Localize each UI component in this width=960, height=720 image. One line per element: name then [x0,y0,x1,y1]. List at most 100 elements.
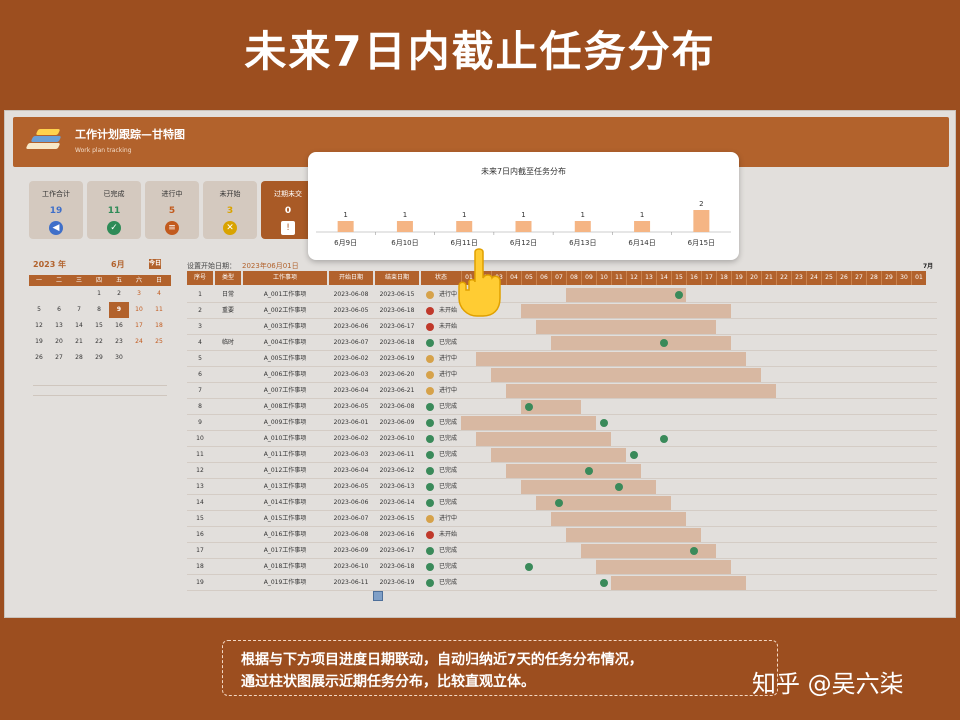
calendar-day[interactable]: 19 [29,334,49,350]
calendar-day[interactable]: 21 [69,334,89,350]
calendar-day[interactable]: 16 [109,318,129,334]
row-no: 6 [198,371,202,378]
chart-bar[interactable] [693,210,710,232]
calendar-day[interactable]: 18 [149,318,169,334]
calendar-day[interactable]: 22 [89,334,109,350]
row-task: A_011工作事项 [263,451,307,458]
calendar-day[interactable]: 5 [29,302,49,318]
calendar-day[interactable]: 13 [49,318,69,334]
calendar-day[interactable]: 30 [109,350,129,366]
calendar-day[interactable]: 14 [69,318,89,334]
table-row[interactable]: 17 A_017工作事项 2023-06-09 2023-06-17 已完成 [187,543,937,559]
calendar-day[interactable]: 11 [149,302,169,318]
table-row[interactable]: 6 A_006工作事项 2023-06-03 2023-06-20 进行中 [187,367,937,383]
done-check-icon [630,451,638,459]
table-row[interactable]: 2 重要 A_002工作事项 2023-06-05 2023-06-18 未开始 [187,303,937,319]
chart-bar[interactable] [634,221,651,232]
calendar-day[interactable]: 4 [149,286,169,302]
row-type [215,447,241,463]
row-start: 2023-06-05 [333,307,369,314]
calendar-day[interactable]: 26 [29,350,49,366]
status-dot-icon [426,531,434,539]
gantt-bar[interactable] [596,560,731,574]
kpi-card[interactable]: 过期未交 0! [261,181,315,239]
table-row[interactable]: 13 A_013工作事项 2023-06-05 2023-06-13 已完成 [187,479,937,495]
kpi-card[interactable]: 工作合计 19 ◀ [29,181,83,239]
gantt-bar[interactable] [611,576,746,590]
kpi-value: 5 [168,206,176,216]
table-row[interactable]: 18 A_018工作事项 2023-06-10 2023-06-18 已完成 [187,559,937,575]
gantt-bar[interactable] [521,480,656,494]
start-date-value[interactable]: 2023年06月01日 [242,262,299,270]
calendar-day[interactable]: 17 [129,318,149,334]
gantt-bar[interactable] [491,448,626,462]
row-end: 2023-06-15 [379,515,415,522]
gantt-bar[interactable] [536,320,716,334]
gantt-bar[interactable] [476,432,611,446]
kpi-card[interactable]: 未开始 3 ✕ [203,181,257,239]
kpi-card[interactable]: 已完成 11 ✓ [87,181,141,239]
gantt-day-header: 01 [911,271,926,285]
gantt-bar[interactable] [521,304,731,318]
gantt-day-header: 12 [626,271,641,285]
gantt-bar[interactable] [566,288,686,302]
table-row[interactable]: 4 临时 A_004工作事项 2023-06-07 2023-06-18 已完成 [187,335,937,351]
table-row[interactable]: 1 日常 A_001工作事项 2023-06-08 2023-06-15 进行中 [187,287,937,303]
gantt-bar[interactable] [551,512,686,526]
gantt-bar[interactable] [506,464,641,478]
table-row[interactable]: 9 A_009工作事项 2023-06-01 2023-06-09 已完成 [187,415,937,431]
chart-bar[interactable] [574,221,591,232]
table-row[interactable]: 11 A_011工作事项 2023-06-03 2023-06-11 已完成 [187,447,937,463]
chart-bar[interactable] [456,221,473,232]
row-task: A_016工作事项 [263,531,307,538]
calendar-day[interactable]: 7 [69,302,89,318]
gantt-bar[interactable] [551,336,731,350]
row-type [215,463,241,479]
today-button[interactable]: 今日 [149,259,161,269]
calendar-day[interactable]: 27 [49,350,69,366]
chart-bar[interactable] [396,221,413,232]
gantt-bar[interactable] [491,368,761,382]
gantt-day-header: 05 [521,271,536,285]
table-row[interactable]: 8 A_008工作事项 2023-06-05 2023-06-08 已完成 [187,399,937,415]
row-type [215,495,241,511]
table-footer-icon[interactable] [373,591,383,601]
calendar-year[interactable]: 2023 年 [33,259,66,270]
calendar-day[interactable]: 24 [129,334,149,350]
pointing-hand-icon [458,248,501,317]
chart-bar[interactable] [337,221,354,232]
table-row[interactable]: 14 A_014工作事项 2023-06-06 2023-06-14 已完成 [187,495,937,511]
calendar-day[interactable]: 1 [89,286,109,302]
table-row[interactable]: 16 A_016工作事项 2023-06-08 2023-06-16 未开始 [187,527,937,543]
table-row[interactable]: 12 A_012工作事项 2023-06-04 2023-06-12 已完成 [187,463,937,479]
gantt-bar[interactable] [476,352,746,366]
gantt-bar[interactable] [461,416,596,430]
calendar-day[interactable]: 20 [49,334,69,350]
table-row[interactable]: 19 A_019工作事项 2023-06-11 2023-06-19 已完成 [187,575,937,591]
row-end: 2023-06-18 [379,307,415,314]
gantt-day-header: 26 [836,271,851,285]
gantt-bar[interactable] [506,384,776,398]
calendar-day[interactable]: 29 [89,350,109,366]
gantt-bar[interactable] [566,528,701,542]
table-row[interactable]: 15 A_015工作事项 2023-06-07 2023-06-15 进行中 [187,511,937,527]
calendar-day[interactable]: 12 [29,318,49,334]
table-row[interactable]: 7 A_007工作事项 2023-06-04 2023-06-21 进行中 [187,383,937,399]
calendar-day[interactable]: 6 [49,302,69,318]
calendar-day[interactable]: 3 [129,286,149,302]
chart-bar[interactable] [515,221,532,232]
table-row[interactable]: 3 A_003工作事项 2023-06-06 2023-06-17 未开始 [187,319,937,335]
calendar-day[interactable]: 8 [89,302,109,318]
table-row[interactable]: 10 A_010工作事项 2023-06-02 2023-06-10 已完成 [187,431,937,447]
calendar-month[interactable]: 6月 [111,259,125,270]
status-dot-icon [426,579,434,587]
calendar-day[interactable]: 25 [149,334,169,350]
calendar-day[interactable]: 15 [89,318,109,334]
calendar-day[interactable]: 10 [129,302,149,318]
calendar-day[interactable]: 23 [109,334,129,350]
kpi-card[interactable]: 进行中 5 ≡ [145,181,199,239]
calendar-day[interactable]: 28 [69,350,89,366]
calendar-day[interactable]: 2 [109,286,129,302]
calendar-day[interactable]: 9 [109,302,129,318]
table-row[interactable]: 5 A_005工作事项 2023-06-02 2023-06-19 进行中 [187,351,937,367]
